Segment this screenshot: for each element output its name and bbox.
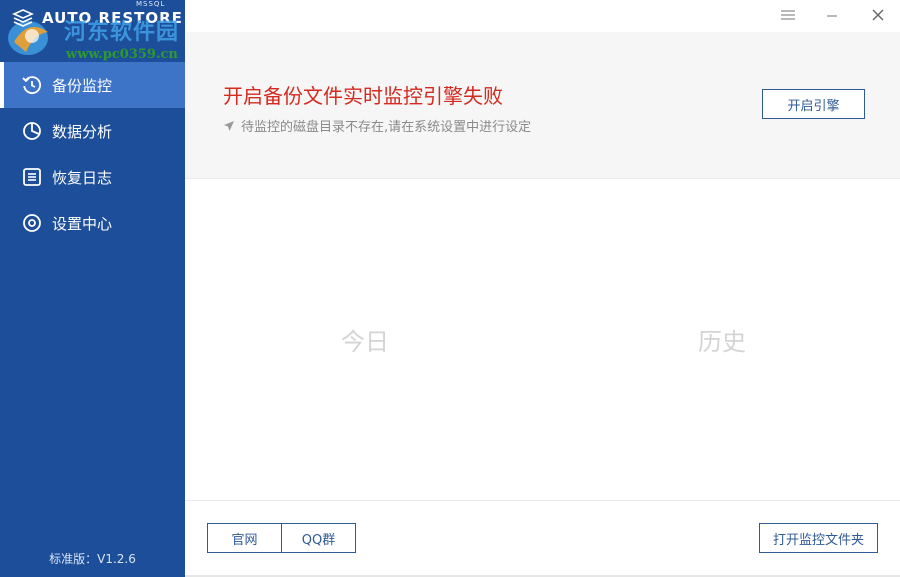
sidebar-item-label: 数据分析 [52,122,113,141]
sidebar: MSSQL AUTO RESTORE 河东软件园 www.pc0359.cn 备… [0,0,185,577]
sidebar-item-label: 备份监控 [52,76,113,95]
log-list-icon [22,167,42,187]
history-icon [22,75,42,95]
history-label: 历史 [698,328,746,356]
status-title: 开启备份文件实时监控引擎失败 [223,84,503,108]
footer-divider [185,500,900,501]
pie-chart-icon [22,121,42,141]
start-engine-button[interactable]: 开启引擎 [762,89,865,119]
watermark-url: www.pc0359.cn [66,47,178,62]
logo-icon [12,9,34,27]
logo-area: MSSQL AUTO RESTORE 河东软件园 www.pc0359.cn [0,0,185,62]
sidebar-item-label: 恢复日志 [52,168,113,187]
watermark-text: 河东软件园 [64,19,180,45]
send-icon [224,120,234,131]
open-monitor-folder-button[interactable]: 打开监控文件夹 [759,523,878,553]
sidebar-item-backup-monitor[interactable]: 备份监控 [0,62,185,108]
qq-group-button[interactable]: QQ群 [281,523,356,553]
menu-icon[interactable] [774,4,802,26]
official-site-button[interactable]: 官网 [207,523,282,553]
sidebar-item-data-analysis[interactable]: 数据分析 [0,108,185,154]
version-label: 标准版：V1.2.6 [49,552,136,566]
product-edition: MSSQL [136,0,166,8]
close-icon[interactable] [864,4,892,26]
sidebar-item-restore-log[interactable]: 恢复日志 [0,154,185,200]
settings-icon [22,213,42,233]
minimize-icon[interactable] [818,4,846,26]
monitor-status-panel: 开启备份文件实时监控引擎失败 待监控的磁盘目录不存在,请在系统设置中进行设定 开… [185,32,900,179]
sidebar-item-settings[interactable]: 设置中心 [0,200,185,246]
status-subtitle-text: 待监控的磁盘目录不存在,请在系统设置中进行设定 [241,120,532,135]
status-subtitle: 待监控的磁盘目录不存在,请在系统设置中进行设定 [223,116,531,135]
sidebar-nav: 备份监控 数据分析 恢复日志 设置中心 [0,62,185,246]
today-label: 今日 [341,328,389,356]
sidebar-item-label: 设置中心 [52,214,113,233]
